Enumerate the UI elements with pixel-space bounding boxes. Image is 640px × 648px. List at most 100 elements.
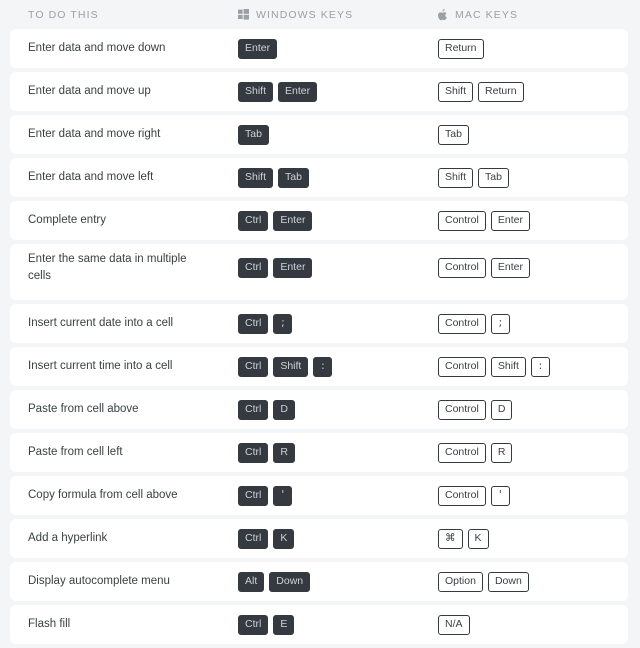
table-row: Insert current date into a cell Ctrl; Cont… [10, 304, 628, 343]
table-row: Enter data and move up Shift Enter Shift Ret… [10, 72, 628, 111]
key-cap: Ctrl [238, 442, 269, 463]
key-cap: Return [478, 81, 524, 102]
key-cap: Control [438, 442, 486, 463]
task-cell: Flash fill [28, 605, 238, 644]
key-cap: Ctrl [238, 399, 269, 420]
key-cap: Shift [438, 167, 474, 188]
task-cell: Insert current time into a cell [28, 347, 238, 386]
key-cap: Ctrl [238, 614, 269, 635]
key-combination: Shift Tab [238, 167, 309, 188]
windows-keys-cell: Shift Tab [238, 158, 438, 197]
task-label: Enter data and move down [28, 42, 166, 55]
task-cell: Enter data and move right [28, 115, 238, 154]
key-combination: Ctrl; [238, 313, 293, 334]
key-combination: Ctrl Enter [238, 257, 313, 278]
key-cap: R [490, 442, 513, 463]
mac-keys-cell: Control Enter [438, 244, 628, 291]
table-header-row: TO DO THIS WINDOWS KEYS MAC KEYS [10, 0, 628, 29]
windows-keys-cell: Ctrl D [238, 390, 438, 429]
key-cap: D [273, 399, 295, 420]
mac-keys-cell: Control ' [438, 476, 628, 515]
key-cap: Shift [238, 81, 274, 102]
task-label: Enter data and move left [28, 171, 154, 184]
windows-keys-cell: Tab [238, 115, 438, 154]
key-cap: Control [438, 485, 486, 506]
key-cap: Control [438, 210, 486, 231]
key-combination: Alt Down [238, 571, 311, 592]
key-cap: Enter [238, 38, 278, 59]
key-combination: Control ' [438, 485, 510, 506]
windows-keys-cell: Enter [238, 29, 438, 68]
mac-keys-cell: Tab [438, 115, 628, 154]
key-combination: Option Down [438, 571, 529, 592]
table-row: Enter data and move down Enter Return [10, 29, 628, 68]
column-header-task: TO DO THIS [28, 9, 238, 21]
column-header-windows: WINDOWS KEYS [238, 9, 438, 21]
key-cap: D [490, 399, 513, 420]
task-cell: Enter data and move up [28, 72, 238, 111]
key-combination: Control Shift: [438, 356, 550, 377]
task-cell: Paste from cell left [28, 433, 238, 472]
task-label: Enter data and move right [28, 128, 161, 141]
column-header-mac-label: MAC KEYS [455, 8, 519, 21]
task-label: Enter data and move up [28, 85, 151, 98]
key-cap: Ctrl [238, 210, 269, 231]
key-cap: ' [273, 485, 293, 506]
table-row: Insert current time into a cell Ctrl Shift… [10, 347, 628, 386]
mac-keys-cell: Control R [438, 433, 628, 472]
key-combination: Ctrl R [238, 442, 295, 463]
key-cap: Option [438, 571, 483, 592]
column-header-mac: MAC KEYS [438, 9, 628, 21]
key-combination: Tab [238, 124, 269, 145]
windows-logo-icon [238, 9, 249, 20]
key-cap: Shift [490, 356, 526, 377]
key-cap: Enter [490, 257, 530, 278]
task-label: Enter the same data in multiple cells [28, 252, 187, 282]
key-combination: Ctrl K [238, 528, 295, 549]
windows-keys-cell: Ctrl ' [238, 476, 438, 515]
key-combination: Control Enter [438, 210, 530, 231]
mac-keys-cell: Shift Tab [438, 158, 628, 197]
key-cap: ; [273, 313, 293, 334]
windows-keys-cell: Ctrl R [238, 433, 438, 472]
apple-logo-icon [438, 8, 448, 21]
key-cap: Tab [238, 124, 269, 145]
table-row: Paste from cell above Ctrl D Control D [10, 390, 628, 429]
key-cap: : [530, 356, 550, 377]
shortcut-table: TO DO THIS WINDOWS KEYS MAC KEYS Enter d… [0, 0, 640, 644]
windows-keys-cell: Ctrl K [238, 519, 438, 558]
table-row: Enter data and move left Shift Tab Shift Tab [10, 158, 628, 197]
key-cap: Ctrl [238, 528, 269, 549]
mac-keys-cell: ⌘ K [438, 519, 628, 558]
table-row: Copy formula from cell above Ctrl ' Control… [10, 476, 628, 515]
key-combination: Shift Enter [238, 81, 318, 102]
windows-keys-cell: Ctrl Enter [238, 244, 438, 291]
task-label: Paste from cell above [28, 403, 139, 416]
task-label: Flash fill [28, 618, 71, 631]
key-combination: Control D [438, 399, 513, 420]
key-cap: Ctrl [238, 257, 269, 278]
windows-keys-cell: Ctrl E [238, 605, 438, 644]
key-combination: Return [438, 38, 484, 59]
key-combination: Control R [438, 442, 513, 463]
mac-keys-cell: N/A [438, 605, 628, 644]
task-cell: Enter the same data in multiple cells [28, 244, 238, 291]
mac-keys-cell: Option Down [438, 562, 628, 601]
key-cap: N/A [438, 614, 470, 635]
column-header-windows-label: WINDOWS KEYS [256, 8, 354, 21]
table-row: Enter the same data in multiple cells Ctr… [10, 244, 628, 300]
windows-keys-cell: Ctrl Enter [238, 201, 438, 240]
table-row: Display autocomplete menu Alt Down Option Do… [10, 562, 628, 601]
task-cell: Copy formula from cell above [28, 476, 238, 515]
key-combination: N/A [438, 614, 470, 635]
task-cell: Enter data and move down [28, 29, 238, 68]
table-row: Enter data and move right Tab Tab [10, 115, 628, 154]
key-cap: ' [490, 485, 510, 506]
task-label: Paste from cell left [28, 446, 123, 459]
key-cap: Down [269, 571, 311, 592]
key-cap: K [467, 528, 489, 549]
key-cap: : [313, 356, 333, 377]
key-combination: Tab [438, 124, 469, 145]
task-label: Display autocomplete menu [28, 575, 170, 588]
key-cap: Control [438, 313, 486, 334]
